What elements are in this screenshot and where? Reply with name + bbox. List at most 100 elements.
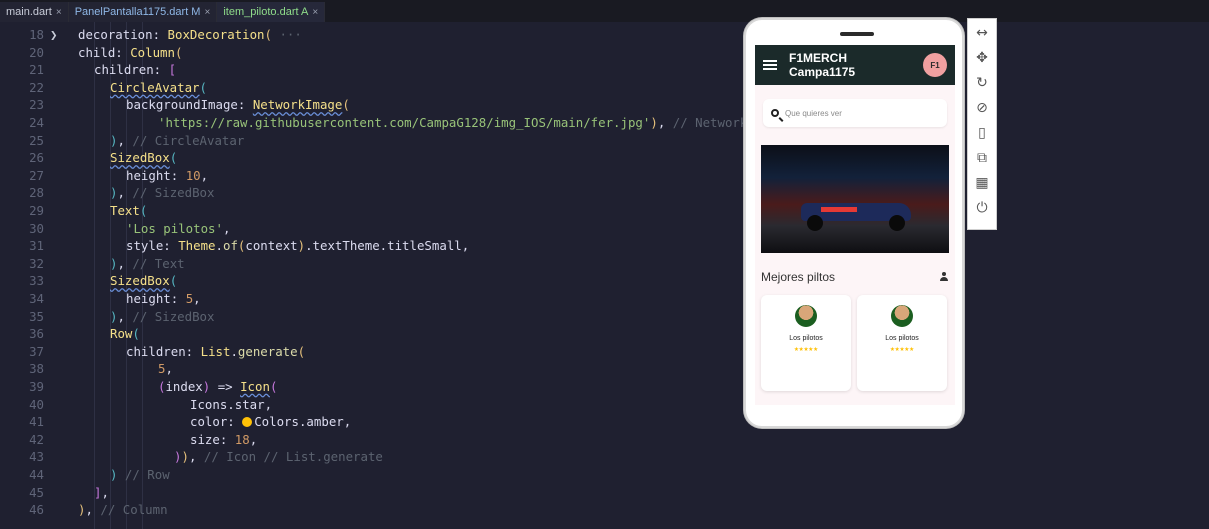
line-number: 21 — [29, 62, 44, 78]
code-text: SizedBox( — [110, 273, 178, 289]
code-line[interactable]: 21 children: [ — [0, 61, 1209, 79]
fold-chevron-icon[interactable]: ❯ — [50, 26, 57, 44]
phone-notch — [840, 32, 874, 36]
resize-icon[interactable]: ↔ — [971, 23, 993, 43]
line-number: 36 — [29, 326, 44, 342]
code-line[interactable]: 42 size: 18, — [0, 431, 1209, 449]
code-line[interactable]: 38 5, — [0, 360, 1209, 378]
code-line[interactable]: 26 SizedBox( — [0, 149, 1209, 167]
star-rating: ★★★★★ — [794, 344, 818, 353]
menu-icon[interactable] — [763, 60, 777, 70]
code-line[interactable]: 39 (index) => Icon( — [0, 378, 1209, 396]
code-text: 5, — [158, 361, 173, 377]
app-content: Que quieres ver Mejores piltos Los pilot… — [755, 85, 955, 405]
code-text: ), // CircleAvatar — [110, 132, 245, 148]
line-number: 26 — [29, 150, 44, 166]
line-number: 40 — [29, 396, 44, 412]
code-line[interactable]: 24 'https://raw.githubusercontent.com/Cam… — [0, 114, 1209, 132]
wheel — [807, 215, 823, 231]
code-text: CircleAvatar( — [110, 79, 207, 95]
section-title: Mejores piltos — [761, 270, 836, 284]
code-line[interactable]: 36 Row( — [0, 325, 1209, 343]
search-input[interactable]: Que quieres ver — [763, 99, 947, 127]
line-number: 46 — [29, 502, 44, 518]
code-line[interactable]: 31 style: Theme.of(context).textTheme.tit… — [0, 237, 1209, 255]
external-icon[interactable]: ⧉ — [971, 148, 993, 168]
code-text: ), // SizedBox — [110, 308, 215, 324]
move-icon[interactable]: ✥ — [971, 48, 993, 68]
line-number: 20 — [29, 44, 44, 60]
line-number: 37 — [29, 343, 44, 359]
code-editor[interactable]: 18 ❯ decoration: BoxDecoration( ··· 20 child… — [0, 22, 1209, 529]
code-line[interactable]: 40 Icons.star, — [0, 396, 1209, 414]
code-text: height: 10, — [126, 167, 209, 183]
code-line[interactable]: 35), // SizedBox — [0, 308, 1209, 326]
qr-icon[interactable]: ▦ — [971, 173, 993, 193]
line-number: 31 — [29, 238, 44, 254]
code-line[interactable]: 22 CircleAvatar( — [0, 79, 1209, 97]
code-text: height: 5, — [126, 291, 201, 306]
line-number: 42 — [29, 431, 44, 447]
line-number: 38 — [29, 361, 44, 377]
device-icon[interactable]: ▯ — [971, 123, 993, 143]
power-icon[interactable]: ⏻ — [971, 198, 993, 218]
code-line[interactable]: 28), // SizedBox — [0, 184, 1209, 202]
close-icon[interactable]: × — [204, 7, 210, 18]
code-line[interactable]: 25), // CircleAvatar — [0, 132, 1209, 150]
code-line[interactable]: 27 height: 10, — [0, 167, 1209, 185]
tab-label: main.dart — [6, 6, 52, 18]
code-line[interactable]: 46), // Column — [0, 501, 1209, 519]
rotate-icon[interactable]: ↻ — [971, 73, 993, 93]
code-text: ) // Row — [110, 467, 170, 482]
tab-panelpantalla[interactable]: PanelPantalla1175.dart M × — [68, 2, 218, 22]
code-line[interactable]: 20 child: Column( — [0, 44, 1209, 62]
pilot-card-label: Los pilotos — [789, 335, 823, 342]
code-text: backgroundImage: NetworkImage( — [126, 97, 350, 113]
star-icon: ★★★★★ — [793, 344, 819, 353]
wheel — [889, 215, 905, 231]
code-line[interactable]: 43 )), // Icon // List.generate — [0, 448, 1209, 466]
line-number: 22 — [29, 79, 44, 95]
code-text: children: List.generate( — [126, 343, 306, 359]
close-icon[interactable]: × — [56, 7, 62, 18]
pilot-card[interactable]: Los pilotos ★★★★★ — [761, 295, 851, 391]
code-line[interactable]: 29 Text( — [0, 202, 1209, 220]
emulator-toolbar: ↔ ✥ ↻ ⊘ ▯ ⧉ ▦ ⏻ — [967, 18, 997, 230]
avatar — [891, 305, 913, 327]
code-line[interactable]: 41 color: Colors.amber, — [0, 413, 1209, 431]
code-text: Row( — [110, 326, 140, 342]
line-number: 43 — [29, 449, 44, 465]
line-number: 34 — [29, 291, 44, 306]
tab-bar: main.dart × PanelPantalla1175.dart M × i… — [0, 0, 1209, 22]
code-line[interactable]: 32), // Text — [0, 255, 1209, 273]
code-line[interactable]: 45], — [0, 484, 1209, 502]
code-line[interactable]: 23 backgroundImage: NetworkImage( — [0, 96, 1209, 114]
code-line[interactable]: 44) // Row — [0, 466, 1209, 484]
line-number: 29 — [29, 203, 44, 218]
f1-logo-icon: F1 — [923, 53, 947, 77]
f1-car-banner-image — [761, 145, 949, 253]
no-touch-icon[interactable]: ⊘ — [971, 98, 993, 118]
code-line[interactable]: 30 'Los pilotos', — [0, 220, 1209, 238]
pilot-cards: Los pilotos ★★★★★ Los pilotos ★★★★★ — [761, 295, 955, 395]
line-number: 27 — [29, 167, 44, 183]
code-text: child: Column( — [78, 44, 183, 60]
code-line[interactable]: 33 SizedBox( — [0, 272, 1209, 290]
code-line[interactable]: 34 height: 5, — [0, 290, 1209, 308]
code-text: ), // Text — [110, 255, 185, 271]
tab-main-dart[interactable]: main.dart × — [0, 2, 69, 22]
line-number: 41 — [29, 414, 44, 430]
section-header: Mejores piltos — [761, 270, 949, 284]
tab-item-piloto[interactable]: item_piloto.dart A × — [217, 2, 326, 22]
pilot-card-label: Los pilotos — [885, 335, 919, 342]
code-text: 'Los pilotos', — [126, 220, 231, 236]
code-text: SizedBox( — [110, 150, 178, 166]
code-line[interactable]: 37 children: List.generate( — [0, 343, 1209, 361]
close-icon[interactable]: × — [312, 7, 318, 18]
code-text: children: [ — [94, 62, 177, 78]
pilot-card[interactable]: Los pilotos ★★★★★ — [857, 295, 947, 391]
person-icon[interactable] — [939, 272, 949, 282]
code-text: 'https://raw.githubusercontent.com/Campa… — [158, 115, 785, 130]
code-text: )), // Icon // List.generate — [174, 449, 383, 465]
code-line[interactable]: 18 ❯ decoration: BoxDecoration( ··· — [0, 26, 1209, 44]
